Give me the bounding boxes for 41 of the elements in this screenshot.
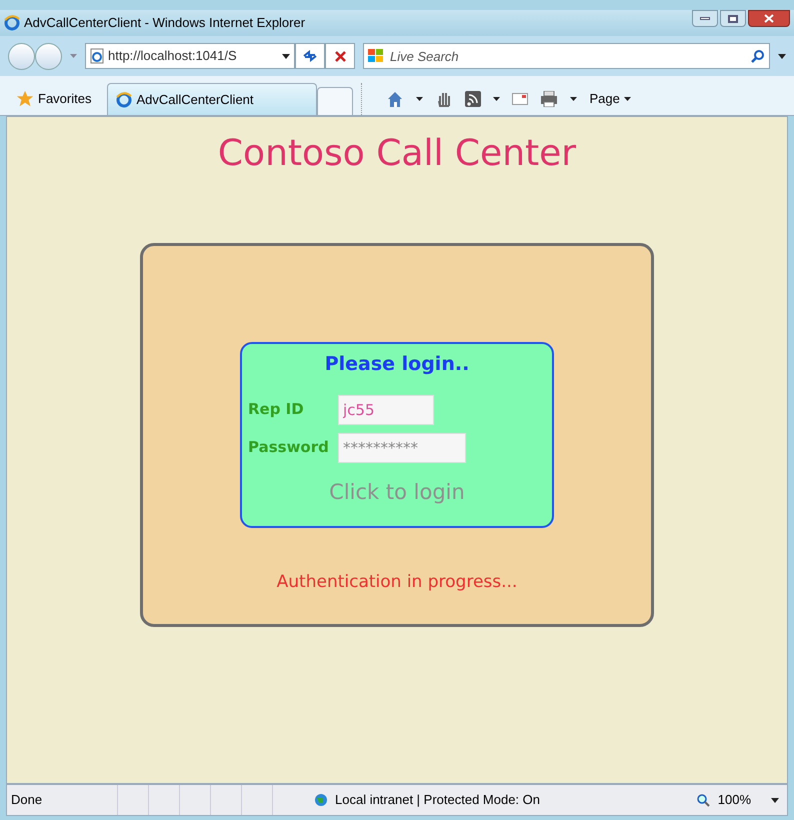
status-text: Done (10, 791, 44, 810)
url-text: http://localhost:1041/S (108, 47, 237, 66)
close-icon (334, 50, 346, 62)
dropdown-icon[interactable] (778, 54, 786, 58)
dropdown-icon[interactable] (282, 54, 290, 58)
dropdown-icon[interactable] (570, 97, 578, 101)
page-menu-button[interactable]: Page (589, 89, 631, 109)
zone-text: Local intranet | Protected Mode: On (335, 791, 540, 810)
dropdown-icon[interactable] (416, 97, 424, 101)
field-label: Password (248, 437, 330, 458)
field-label: Rep ID (248, 399, 305, 420)
close-icon (764, 14, 774, 23)
printer-icon[interactable] (540, 91, 558, 107)
zoom-icon (696, 793, 710, 807)
browser-logo-icon (4, 15, 20, 31)
zoom-button[interactable]: 100% (696, 790, 779, 810)
window-title: AdvCallCenterClient - Windows Internet Explorer (24, 14, 306, 32)
mail-icon[interactable] (512, 93, 528, 105)
search-icon[interactable] (751, 49, 765, 63)
browser-tab[interactable]: AdvCallCenterClient (107, 83, 318, 115)
maximize-button[interactable] (720, 10, 746, 27)
login-title: Please login.. (324, 352, 470, 377)
dropdown-icon (771, 798, 779, 802)
favorites-button[interactable]: Favorites (8, 83, 100, 115)
page-heading: Contoso Call Center (218, 132, 576, 176)
refresh-button[interactable] (295, 43, 325, 69)
search-field[interactable]: Live Search (363, 43, 770, 69)
page-icon (90, 48, 104, 64)
status-message: Authentication in progress... (276, 571, 518, 594)
refresh-icon (302, 50, 318, 62)
star-icon (16, 90, 34, 108)
stop-button[interactable] (325, 43, 355, 69)
windows-flag-icon (367, 48, 385, 64)
dropdown-icon[interactable] (493, 97, 500, 101)
address-bar[interactable]: http://localhost:1041/S (85, 43, 295, 69)
page-icon (116, 92, 132, 108)
close-button[interactable] (748, 10, 790, 27)
dropdown-icon (624, 97, 631, 101)
feed-icon[interactable] (465, 91, 482, 107)
minimize-button[interactable] (692, 10, 718, 27)
home-icon[interactable] (386, 90, 404, 108)
